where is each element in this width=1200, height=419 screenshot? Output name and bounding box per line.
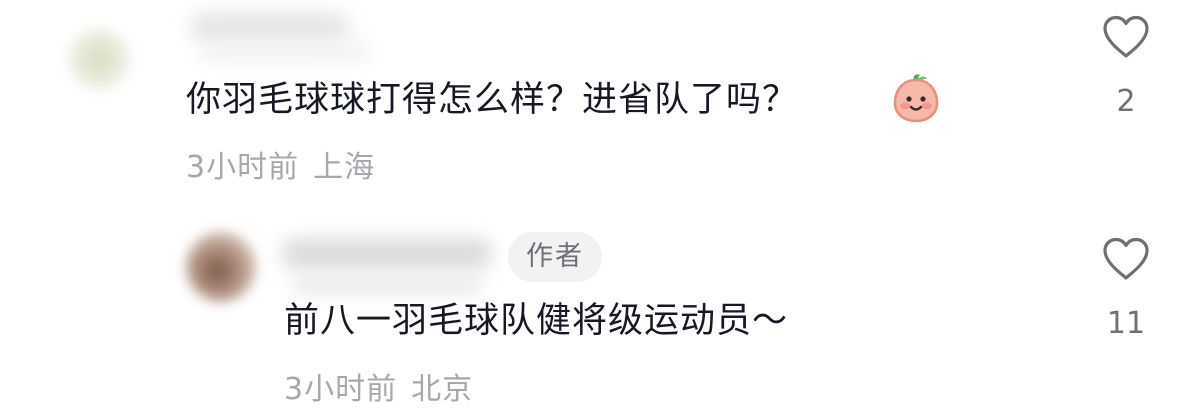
- like-button[interactable]: 11: [1096, 236, 1156, 342]
- username-blurred[interactable]: [282, 238, 492, 270]
- comment-text[interactable]: 你羽毛球球打得怎么样？进省队了吗？: [186, 78, 798, 122]
- avatar[interactable]: [68, 28, 130, 90]
- comment-meta: 3小时前 上海: [186, 150, 375, 186]
- smiling-peach-emoji-icon: [893, 74, 939, 123]
- username-blurred-secondary: [200, 44, 370, 60]
- heart-outline-icon[interactable]: [1101, 14, 1151, 60]
- username-blurred[interactable]: [190, 12, 350, 42]
- comment-text[interactable]: 前八一羽毛球队健将级运动员～: [284, 299, 788, 343]
- comment-meta: 3小时前 北京: [284, 372, 473, 408]
- comment-time: 3小时前: [186, 150, 300, 185]
- comment-location: 北京: [411, 372, 474, 407]
- like-button[interactable]: 2: [1096, 14, 1156, 120]
- comment-location: 上海: [313, 150, 376, 185]
- heart-outline-icon[interactable]: [1101, 236, 1151, 282]
- like-count: 11: [1106, 306, 1146, 341]
- comment-time: 3小时前: [284, 372, 398, 407]
- avatar[interactable]: [186, 232, 256, 302]
- author-badge: 作者: [508, 232, 602, 282]
- like-count: 2: [1116, 84, 1136, 119]
- username-blurred-secondary: [292, 276, 482, 294]
